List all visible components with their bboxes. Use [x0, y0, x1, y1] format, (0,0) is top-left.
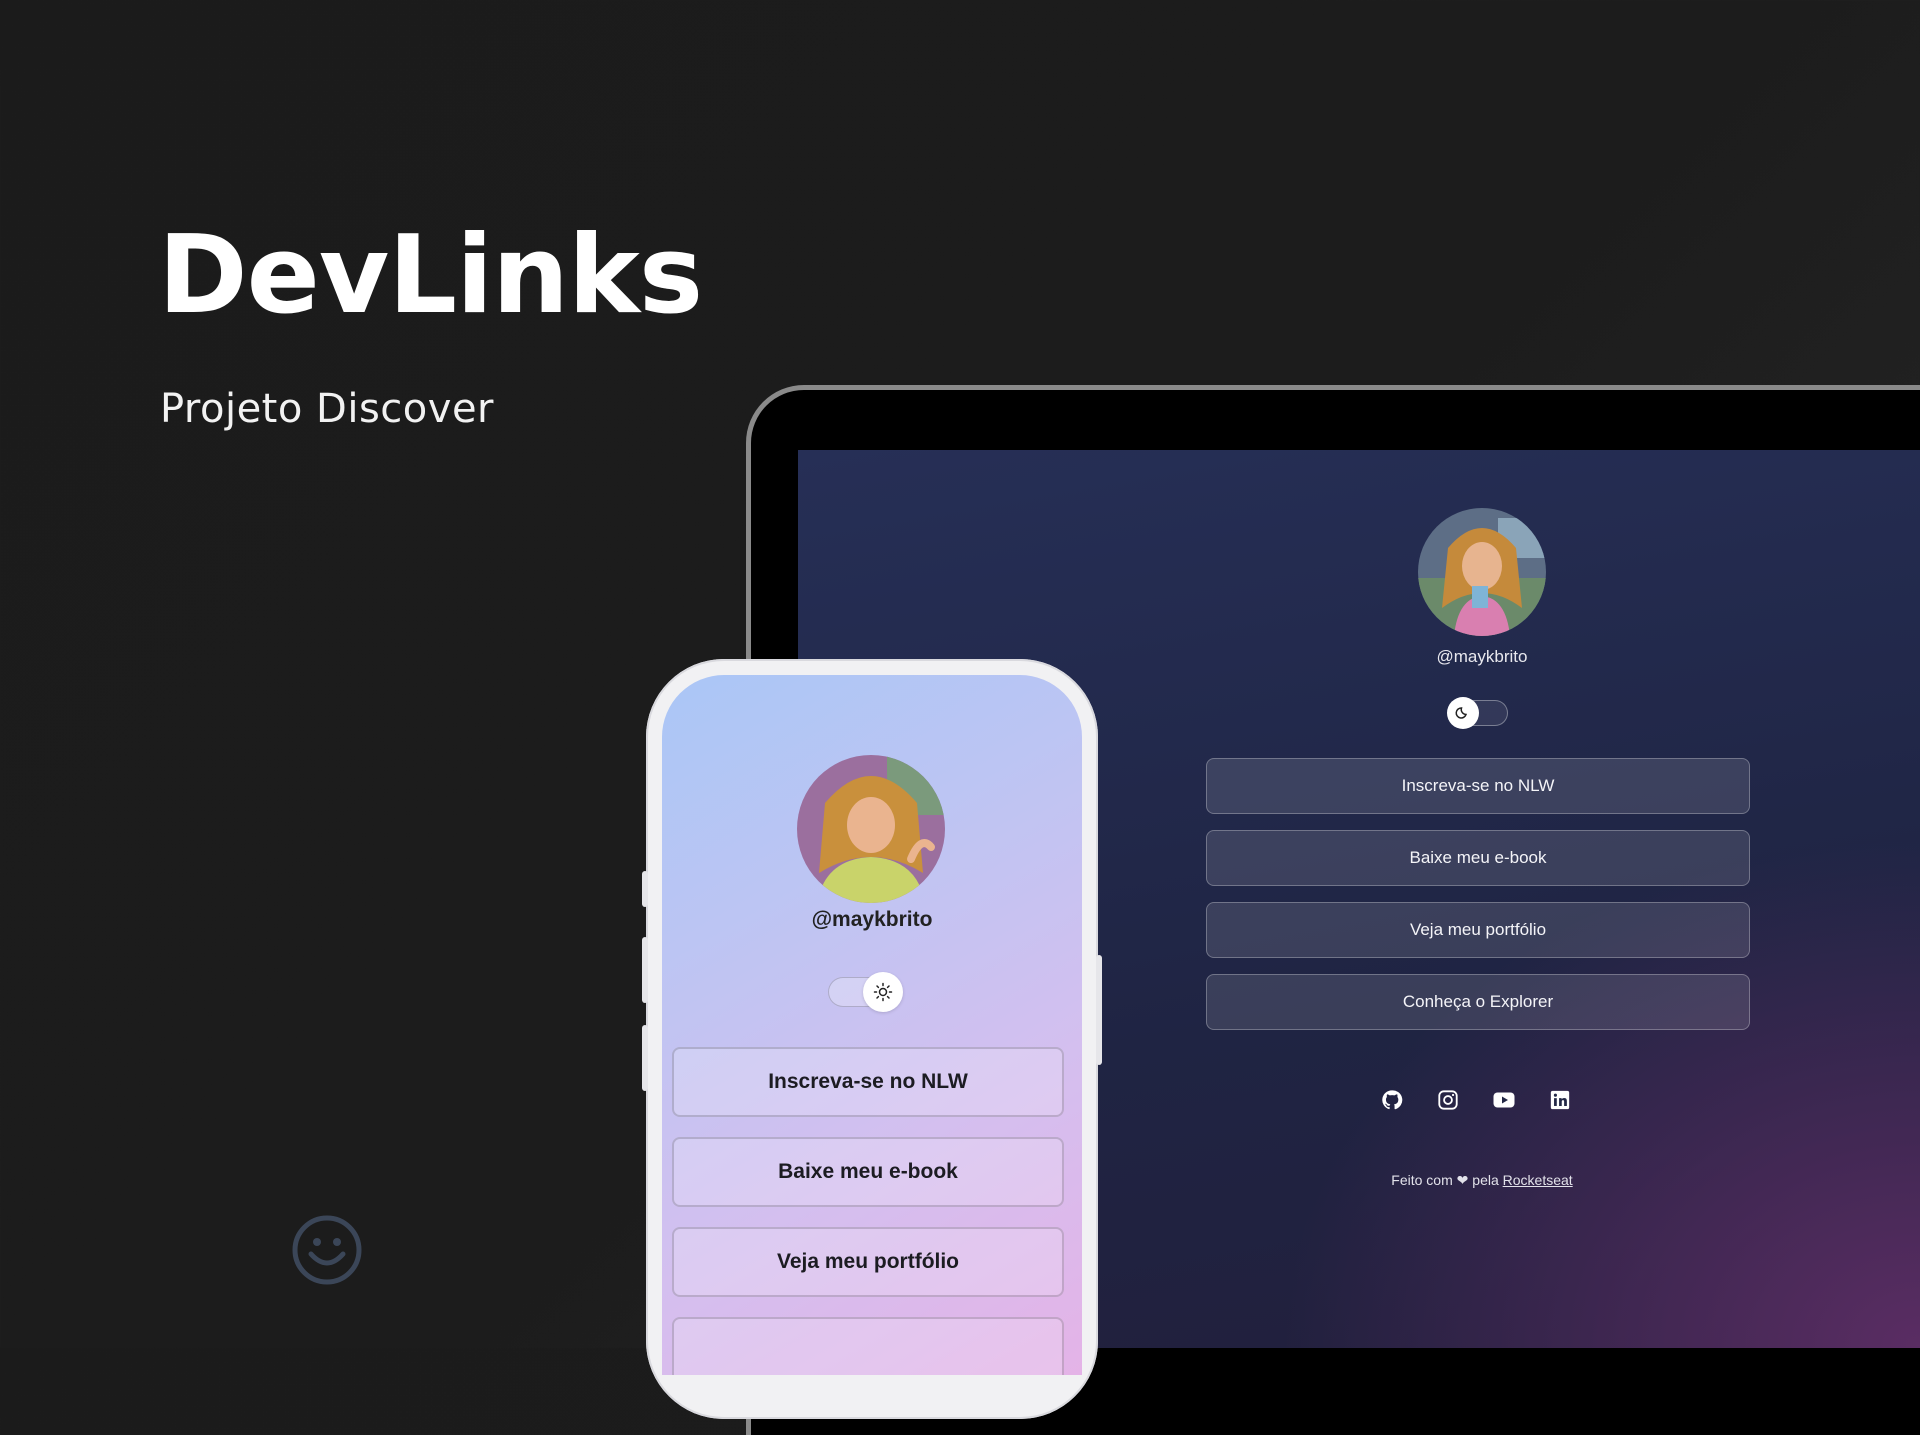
- mobile-theme-toggle[interactable]: [828, 972, 903, 1012]
- instagram-icon[interactable]: [1434, 1086, 1462, 1114]
- desktop-username: @maykbrito: [1436, 647, 1528, 666]
- mobile-link-portfolio[interactable]: Veja meu portfólio: [672, 1227, 1064, 1297]
- hero-subtitle: Projeto Discover: [160, 386, 494, 432]
- hero-title: DevLinks: [158, 213, 703, 338]
- mobile-link-partial[interactable]: [672, 1317, 1064, 1375]
- mobile-link-ebook[interactable]: Baixe meu e-book: [672, 1137, 1064, 1207]
- mobile-avatar: [797, 755, 945, 903]
- linkedin-icon[interactable]: [1546, 1086, 1574, 1114]
- smiley-icon: [292, 1215, 362, 1285]
- desktop-link-portfolio[interactable]: Veja meu portfólio: [1206, 902, 1750, 958]
- desktop-link-nlw[interactable]: Inscreva-se no NLW: [1206, 758, 1750, 814]
- mobile-screen: @maykbrito Inscreva-se no NLW Baixe meu …: [662, 675, 1082, 1375]
- mobile-username: @maykbrito: [811, 908, 933, 931]
- youtube-icon[interactable]: [1490, 1086, 1518, 1114]
- desktop-theme-toggle[interactable]: [1447, 697, 1508, 729]
- desktop-footer: Feito com ❤ pela Rocketseat: [1282, 1172, 1682, 1189]
- footer-middle: pela: [1472, 1172, 1499, 1188]
- moon-icon: [1447, 697, 1479, 729]
- github-icon[interactable]: [1378, 1086, 1406, 1114]
- rocketseat-link[interactable]: Rocketseat: [1503, 1172, 1573, 1188]
- footer-prefix: Feito com: [1391, 1172, 1453, 1188]
- desktop-link-explorer[interactable]: Conheça o Explorer: [1206, 974, 1750, 1030]
- sun-icon: [863, 972, 903, 1012]
- desktop-link-ebook[interactable]: Baixe meu e-book: [1206, 830, 1750, 886]
- mobile-link-nlw[interactable]: Inscreva-se no NLW: [672, 1047, 1064, 1117]
- desktop-avatar: [1418, 508, 1546, 636]
- heart-icon: ❤: [1456, 1172, 1469, 1188]
